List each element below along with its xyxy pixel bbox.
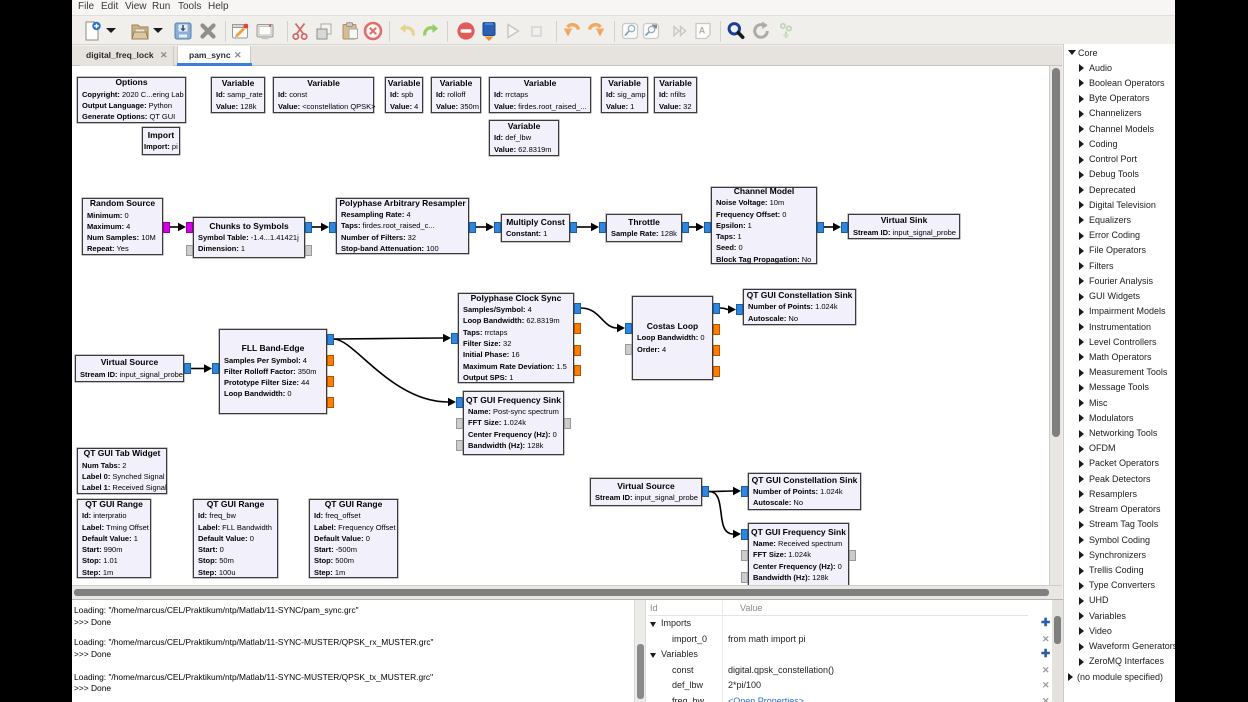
svg-text:A: A — [699, 26, 706, 36]
